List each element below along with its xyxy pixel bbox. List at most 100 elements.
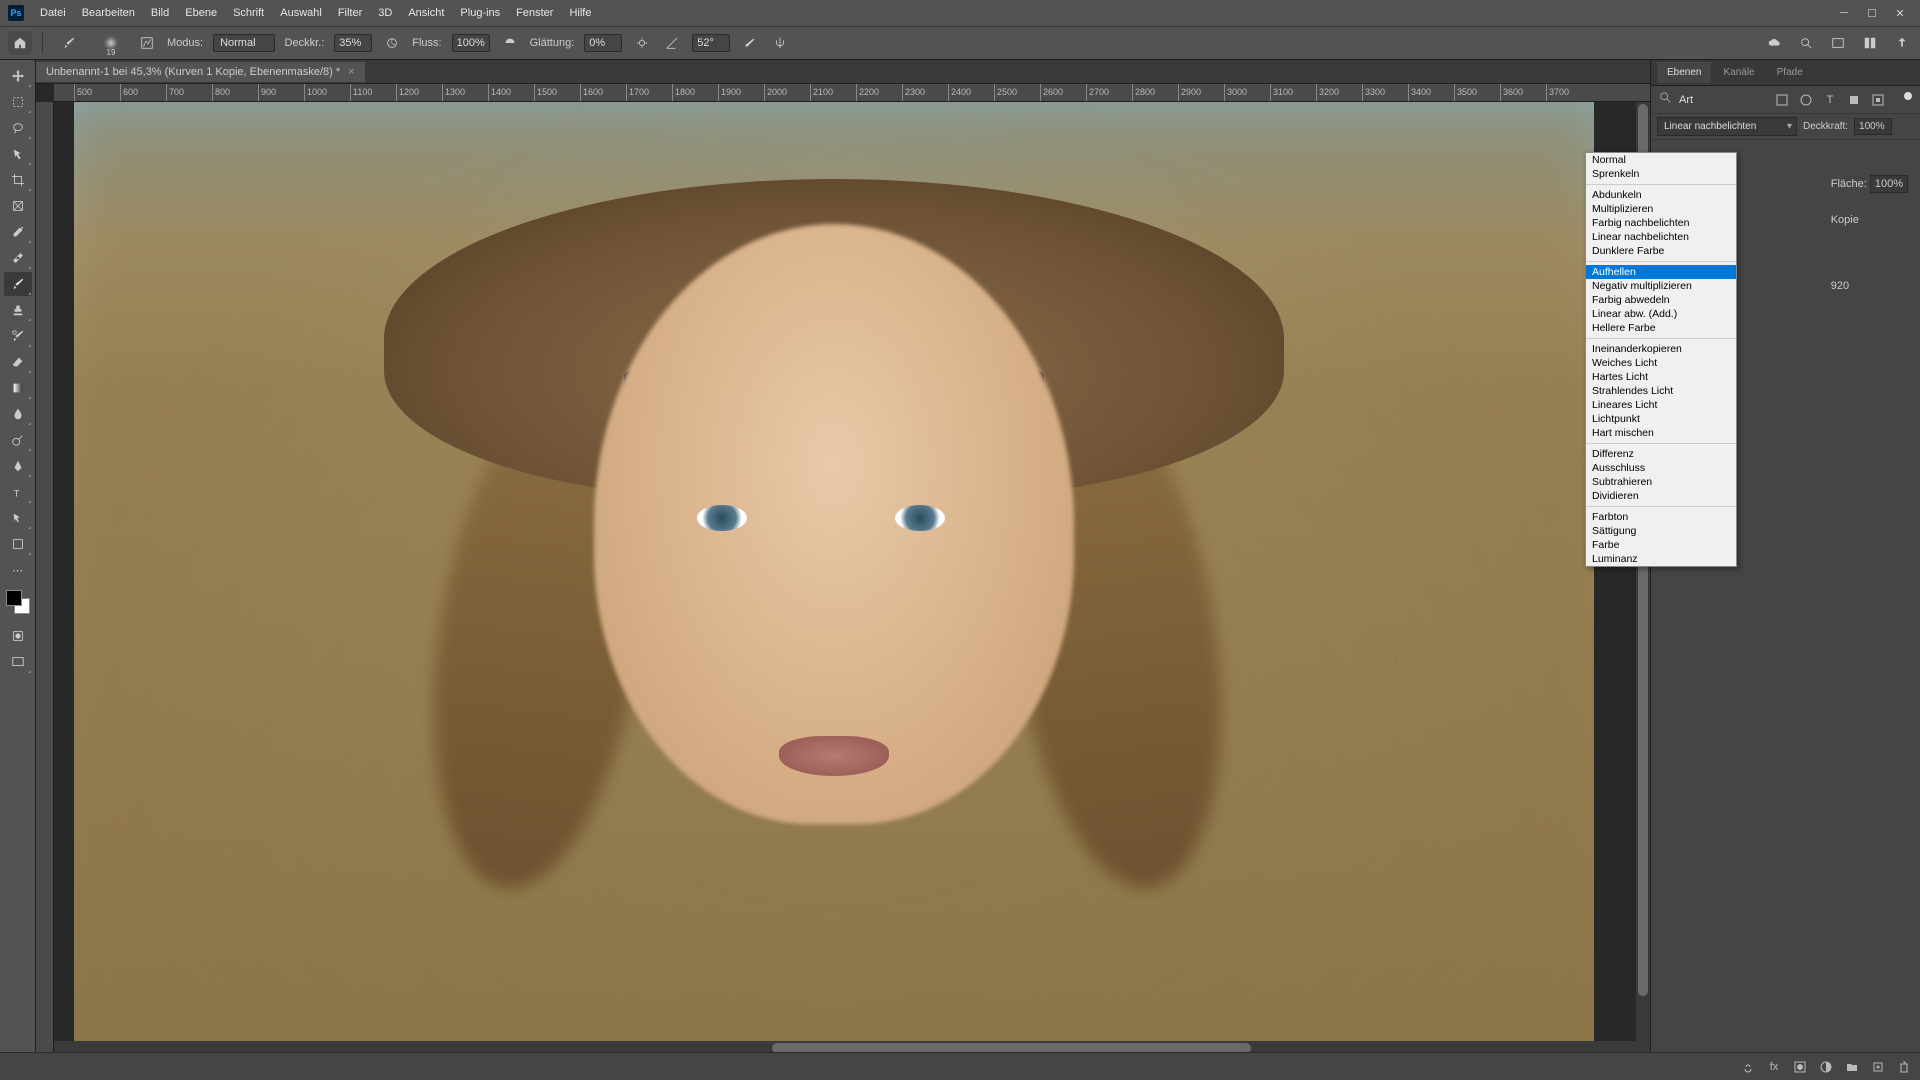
tab-channels[interactable]: Kanäle (1713, 62, 1764, 83)
menu-filter[interactable]: Filter (330, 3, 370, 23)
dodge-tool[interactable] (4, 428, 32, 452)
screenmode-tool[interactable] (4, 650, 32, 674)
search-icon[interactable] (1796, 33, 1816, 53)
quickmask-tool[interactable] (4, 624, 32, 648)
foreground-color[interactable] (6, 590, 22, 606)
close-tab-icon[interactable]: × (348, 66, 354, 78)
blend-option-ineinanderkopieren[interactable]: Ineinanderkopieren (1586, 342, 1736, 356)
blend-option-weiches-licht[interactable]: Weiches Licht (1586, 356, 1736, 370)
blend-option-negativ-multiplizieren[interactable]: Negativ multiplizieren (1586, 279, 1736, 293)
blend-option-lichtpunkt[interactable]: Lichtpunkt (1586, 412, 1736, 426)
pen-tool[interactable] (4, 454, 32, 478)
pressure-opacity-icon[interactable] (382, 33, 402, 53)
share-icon[interactable] (1892, 33, 1912, 53)
gradient-tool[interactable] (4, 376, 32, 400)
shape-tool[interactable] (4, 532, 32, 556)
menu-3d[interactable]: 3D (370, 3, 400, 23)
blend-option-hartes-licht[interactable]: Hartes Licht (1586, 370, 1736, 384)
brush-tool-icon[interactable] (53, 31, 85, 55)
frame-tool[interactable] (4, 194, 32, 218)
menu-ebene[interactable]: Ebene (177, 3, 225, 23)
new-layer-icon[interactable] (1870, 1059, 1886, 1075)
history-brush-tool[interactable] (4, 324, 32, 348)
close-button[interactable]: ✕ (1888, 4, 1912, 22)
filter-pixel-icon[interactable] (1774, 92, 1790, 108)
filter-shape-icon[interactable] (1846, 92, 1862, 108)
menu-bearbeiten[interactable]: Bearbeiten (74, 3, 143, 23)
blend-option-normal[interactable]: Normal (1586, 153, 1736, 167)
tab-layers[interactable]: Ebenen (1657, 62, 1711, 83)
smoothing-input[interactable]: 0% (584, 34, 622, 52)
menu-auswahl[interactable]: Auswahl (272, 3, 330, 23)
layer-opacity-input[interactable]: 100% (1854, 118, 1892, 135)
blend-option-subtrahieren[interactable]: Subtrahieren (1586, 475, 1736, 489)
blend-option-s-ttigung[interactable]: Sättigung (1586, 524, 1736, 538)
symmetry-icon[interactable] (770, 33, 790, 53)
blend-option-lineares-licht[interactable]: Lineares Licht (1586, 398, 1736, 412)
move-tool[interactable] (4, 64, 32, 88)
document-tab[interactable]: Unbenannt-1 bei 45,3% (Kurven 1 Kopie, E… (36, 62, 365, 82)
eyedropper-tool[interactable] (4, 220, 32, 244)
blend-option-farbig-abwedeln[interactable]: Farbig abwedeln (1586, 293, 1736, 307)
home-icon[interactable] (8, 31, 32, 55)
blend-option-dunklere-farbe[interactable]: Dunklere Farbe (1586, 244, 1736, 258)
menu-ansicht[interactable]: Ansicht (400, 3, 452, 23)
layer-mask-icon[interactable] (1792, 1059, 1808, 1075)
blend-option-farbe[interactable]: Farbe (1586, 538, 1736, 552)
crop-tool[interactable] (4, 168, 32, 192)
menu-bild[interactable]: Bild (143, 3, 177, 23)
filter-toggle[interactable] (1904, 92, 1912, 100)
lasso-tool[interactable] (4, 116, 32, 140)
opacity-input[interactable]: 35% (334, 34, 372, 52)
filter-adjust-icon[interactable] (1798, 92, 1814, 108)
vertical-ruler[interactable] (36, 102, 54, 1055)
layer-style-icon[interactable]: fx (1766, 1059, 1782, 1075)
blend-option-hart-mischen[interactable]: Hart mischen (1586, 426, 1736, 440)
blend-mode-select[interactable]: Normal (213, 34, 274, 52)
horizontal-ruler[interactable]: 5006007008009001000110012001300140015001… (54, 84, 1650, 102)
menu-schrift[interactable]: Schrift (225, 3, 272, 23)
blend-option-dividieren[interactable]: Dividieren (1586, 489, 1736, 503)
smoothing-options-icon[interactable] (632, 33, 652, 53)
blend-option-sprenkeln[interactable]: Sprenkeln (1586, 167, 1736, 181)
marquee-tool[interactable] (4, 90, 32, 114)
pressure-size-icon[interactable] (740, 33, 760, 53)
brush-tool[interactable] (4, 272, 32, 296)
filter-smart-icon[interactable] (1870, 92, 1886, 108)
airbrush-icon[interactable] (500, 33, 520, 53)
selection-tool[interactable] (4, 142, 32, 166)
blend-option-farbton[interactable]: Farbton (1586, 510, 1736, 524)
tab-paths[interactable]: Pfade (1767, 62, 1813, 83)
adjustment-layer-icon[interactable] (1818, 1059, 1834, 1075)
menu-datei[interactable]: Datei (32, 3, 74, 23)
workspace-icon[interactable] (1860, 33, 1880, 53)
stamp-tool[interactable] (4, 298, 32, 322)
layer-blend-mode-select[interactable]: Linear nachbelichten (1657, 117, 1797, 136)
canvas[interactable] (54, 102, 1650, 1055)
menu-plug-ins[interactable]: Plug-ins (452, 3, 508, 23)
maximize-button[interactable]: ☐ (1860, 4, 1884, 22)
blend-option-multiplizieren[interactable]: Multiplizieren (1586, 202, 1736, 216)
delete-layer-icon[interactable] (1896, 1059, 1912, 1075)
blend-option-aufhellen[interactable]: Aufhellen (1586, 265, 1736, 279)
blend-option-ausschluss[interactable]: Ausschluss (1586, 461, 1736, 475)
type-tool[interactable]: T (4, 480, 32, 504)
path-tool[interactable] (4, 506, 32, 530)
arrange-icon[interactable] (1828, 33, 1848, 53)
color-swatches[interactable] (6, 590, 30, 614)
blend-option-linear-nachbelichten[interactable]: Linear nachbelichten (1586, 230, 1736, 244)
blend-option-farbig-nachbelichten[interactable]: Farbig nachbelichten (1586, 216, 1736, 230)
brush-panel-icon[interactable] (137, 33, 157, 53)
brush-preset-picker[interactable]: 19 (95, 31, 127, 55)
blur-tool[interactable] (4, 402, 32, 426)
blend-option-linear-abw-add-[interactable]: Linear abw. (Add.) (1586, 307, 1736, 321)
minimize-button[interactable]: ─ (1832, 4, 1856, 22)
link-layers-icon[interactable] (1740, 1059, 1756, 1075)
more-tools[interactable]: ⋯ (4, 558, 32, 582)
group-icon[interactable] (1844, 1059, 1860, 1075)
menu-hilfe[interactable]: Hilfe (561, 3, 599, 23)
cloud-icon[interactable] (1764, 33, 1784, 53)
blend-option-abdunkeln[interactable]: Abdunkeln (1586, 188, 1736, 202)
blend-mode-dropdown[interactable]: NormalSprenkelnAbdunkelnMultiplizierenFa… (1585, 152, 1737, 567)
filter-type-icon[interactable]: T (1822, 92, 1838, 108)
